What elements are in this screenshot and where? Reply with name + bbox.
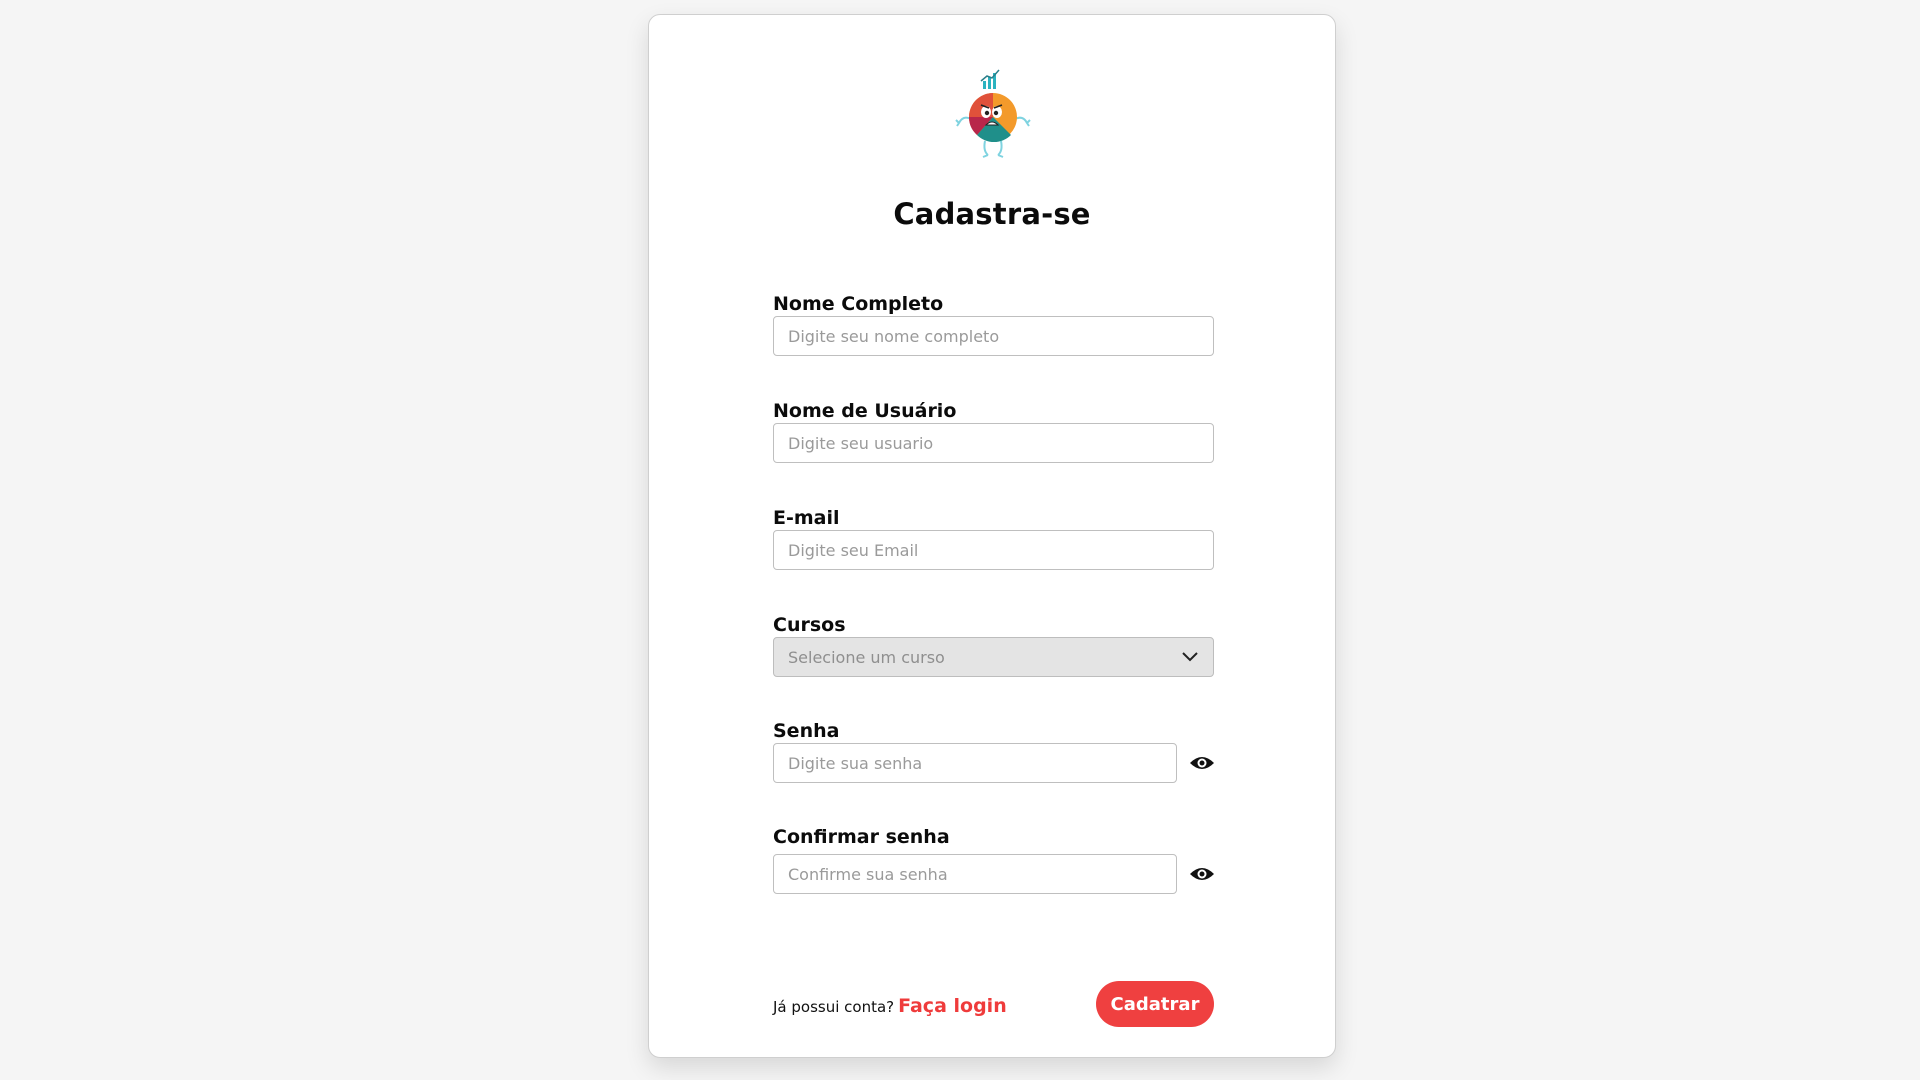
password-label: Senha	[773, 720, 840, 742]
course-label: Cursos	[773, 614, 846, 636]
full-name-input[interactable]	[773, 316, 1214, 356]
username-label: Nome de Usuário	[773, 400, 957, 422]
submit-button[interactable]: Cadatrar	[1096, 981, 1214, 1027]
confirm-password-label: Confirmar senha	[773, 826, 950, 848]
course-select[interactable]: Selecione um curso	[773, 637, 1214, 677]
course-select-value: Selecione um curso	[788, 647, 945, 667]
signup-card: Cadastra-se Nome Completo Nome de Usuári…	[648, 14, 1336, 1058]
confirm-password-input[interactable]	[773, 854, 1177, 894]
username-input[interactable]	[773, 423, 1214, 463]
chevron-down-icon	[1182, 652, 1198, 662]
email-input[interactable]	[773, 530, 1214, 570]
login-question: Já possui conta?	[773, 998, 895, 1016]
email-label: E-mail	[773, 507, 840, 529]
mascot-logo-icon	[955, 69, 1031, 158]
full-name-label: Nome Completo	[773, 293, 944, 315]
password-input[interactable]	[773, 743, 1177, 783]
eye-icon[interactable]	[1189, 754, 1215, 772]
page-title: Cadastra-se	[893, 197, 1091, 231]
login-prompt: Já possui conta? Faça login	[773, 995, 1007, 1017]
login-link[interactable]: Faça login	[898, 995, 1007, 1017]
eye-icon[interactable]	[1189, 865, 1215, 883]
